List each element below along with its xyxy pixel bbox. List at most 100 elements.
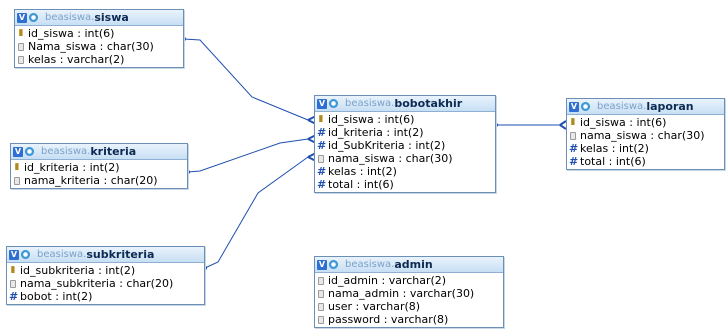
hash-icon: # xyxy=(317,139,327,152)
table-header[interactable]: V beasiswa. subkriteria xyxy=(7,247,204,263)
relation-siswa-bobotakhir xyxy=(183,38,309,121)
table-name: admin xyxy=(394,258,433,271)
key-icon: ▮ xyxy=(10,265,16,275)
db-name: beasiswa xyxy=(597,101,644,112)
key-icon: ▮ xyxy=(318,114,324,124)
field-row[interactable]: Nama_siswa : char(30) xyxy=(17,40,183,53)
field-row[interactable]: nama_siswa : char(30) xyxy=(569,129,724,142)
view-icon: V xyxy=(17,12,27,23)
table-header[interactable]: V beasiswa. laporan xyxy=(567,99,724,115)
table-siswa[interactable]: V beasiswa. siswa ▮ id_siswa : int(6) Nama… xyxy=(14,9,184,68)
field-row[interactable]: id_admin : varchar(2) xyxy=(317,274,503,287)
field-text: user : varchar(8) xyxy=(328,300,421,313)
field-icon xyxy=(318,276,324,285)
field-text: nama_siswa : char(30) xyxy=(580,129,705,142)
field-text: id_kriteria : int(2) xyxy=(328,126,424,139)
field-row[interactable]: user : varchar(8) xyxy=(317,300,503,313)
field-row[interactable]: # total : int(6) xyxy=(569,155,724,168)
table-header[interactable]: V beasiswa. bobotakhir xyxy=(315,96,495,112)
field-text: id_subkriteria : int(2) xyxy=(20,264,136,277)
field-icon xyxy=(570,131,576,140)
field-text: kelas : int(2) xyxy=(580,142,649,155)
view-icon: V xyxy=(569,101,579,112)
field-icon xyxy=(318,154,324,163)
field-row[interactable]: ▮ id_subkriteria : int(2) xyxy=(9,264,204,277)
table-name: laporan xyxy=(646,100,694,113)
field-row[interactable]: nama_admin : varchar(30) xyxy=(317,287,503,300)
hash-icon: # xyxy=(569,155,579,168)
table-subkriteria[interactable]: V beasiswa. subkriteria ▮ id_subkriteria :… xyxy=(6,246,205,305)
field-text: id_SubKriteria : int(2) xyxy=(328,139,446,152)
field-row[interactable]: # kelas : int(2) xyxy=(317,165,495,178)
table-name: bobotakhir xyxy=(394,97,463,110)
field-icon xyxy=(318,302,324,311)
field-icon xyxy=(318,315,324,324)
field-row[interactable]: # bobot : int(2) xyxy=(9,290,204,303)
field-row[interactable]: # kelas : int(2) xyxy=(569,142,724,155)
db-name: beasiswa xyxy=(345,259,392,270)
hash-icon: # xyxy=(9,290,19,303)
view-icon: V xyxy=(317,259,327,270)
field-text: nama_kriteria : char(20) xyxy=(24,174,158,187)
hash-icon: # xyxy=(569,142,579,155)
field-row[interactable]: nama_kriteria : char(20) xyxy=(13,174,187,187)
table-name: kriteria xyxy=(90,145,137,158)
relation-kriteria-bobotakhir xyxy=(187,138,309,173)
field-text: total : int(6) xyxy=(580,155,646,168)
field-text: nama_siswa : char(30) xyxy=(328,152,453,165)
table-header[interactable]: V beasiswa. kriteria xyxy=(11,144,187,160)
field-text: nama_subkriteria : char(20) xyxy=(20,277,174,290)
field-icon xyxy=(318,289,324,298)
gear-icon xyxy=(581,102,590,111)
field-row[interactable]: # total : int(6) xyxy=(317,178,495,191)
table-laporan[interactable]: V beasiswa. laporan ▮ id_siswa : int(6) na… xyxy=(566,98,725,170)
db-name: beasiswa xyxy=(37,249,84,260)
field-row[interactable]: # id_SubKriteria : int(2) xyxy=(317,139,495,152)
field-row[interactable]: kelas : varchar(2) xyxy=(17,53,183,66)
gear-icon xyxy=(29,13,38,22)
field-icon xyxy=(18,42,24,51)
field-row[interactable]: ▮ id_siswa : int(6) xyxy=(569,116,724,129)
field-icon xyxy=(10,279,16,288)
gear-icon xyxy=(329,99,338,108)
key-icon: ▮ xyxy=(18,28,24,38)
gear-icon xyxy=(329,260,338,269)
db-name: beasiswa xyxy=(345,98,392,109)
table-name: subkriteria xyxy=(86,248,155,261)
key-icon: ▮ xyxy=(14,162,20,172)
db-name: beasiswa xyxy=(41,146,88,157)
field-text: password : varchar(8) xyxy=(328,313,449,326)
field-row[interactable]: ▮ id_kriteria : int(2) xyxy=(13,161,187,174)
field-text: id_siswa : int(6) xyxy=(328,113,415,126)
table-header[interactable]: V beasiswa. admin xyxy=(315,257,503,273)
view-icon: V xyxy=(9,249,19,260)
view-icon: V xyxy=(317,98,327,109)
field-text: id_kriteria : int(2) xyxy=(24,161,120,174)
field-text: id_siswa : int(6) xyxy=(28,27,115,40)
field-text: Nama_siswa : char(30) xyxy=(28,40,154,53)
field-text: total : int(6) xyxy=(328,178,394,191)
field-row[interactable]: ▮ id_siswa : int(6) xyxy=(17,27,183,40)
field-icon xyxy=(14,176,20,185)
field-row[interactable]: # id_kriteria : int(2) xyxy=(317,126,495,139)
gear-icon xyxy=(25,147,34,156)
table-kriteria[interactable]: V beasiswa. kriteria ▮ id_kriteria : int(2… xyxy=(10,143,188,189)
field-text: id_admin : varchar(2) xyxy=(328,274,447,287)
hash-icon: # xyxy=(317,165,327,178)
field-row[interactable]: nama_subkriteria : char(20) xyxy=(9,277,204,290)
field-text: bobot : int(2) xyxy=(20,290,93,303)
gear-icon xyxy=(21,250,30,259)
field-text: id_siswa : int(6) xyxy=(580,116,667,129)
field-text: nama_admin : varchar(30) xyxy=(328,287,475,300)
table-admin[interactable]: V beasiswa. admin id_admin : varchar(2) n… xyxy=(314,256,504,328)
view-icon: V xyxy=(13,146,23,157)
field-row[interactable]: ▮ id_siswa : int(6) xyxy=(317,113,495,126)
hash-icon: # xyxy=(317,126,327,139)
table-bobotakhir[interactable]: V beasiswa. bobotakhir ▮ id_siswa : int(6)… xyxy=(314,95,496,193)
field-row[interactable]: password : varchar(8) xyxy=(317,313,503,326)
field-icon xyxy=(18,55,24,64)
field-row[interactable]: nama_siswa : char(30) xyxy=(317,152,495,165)
table-header[interactable]: V beasiswa. siswa xyxy=(15,10,183,26)
table-name: siswa xyxy=(94,11,129,24)
hash-icon: # xyxy=(317,178,327,191)
